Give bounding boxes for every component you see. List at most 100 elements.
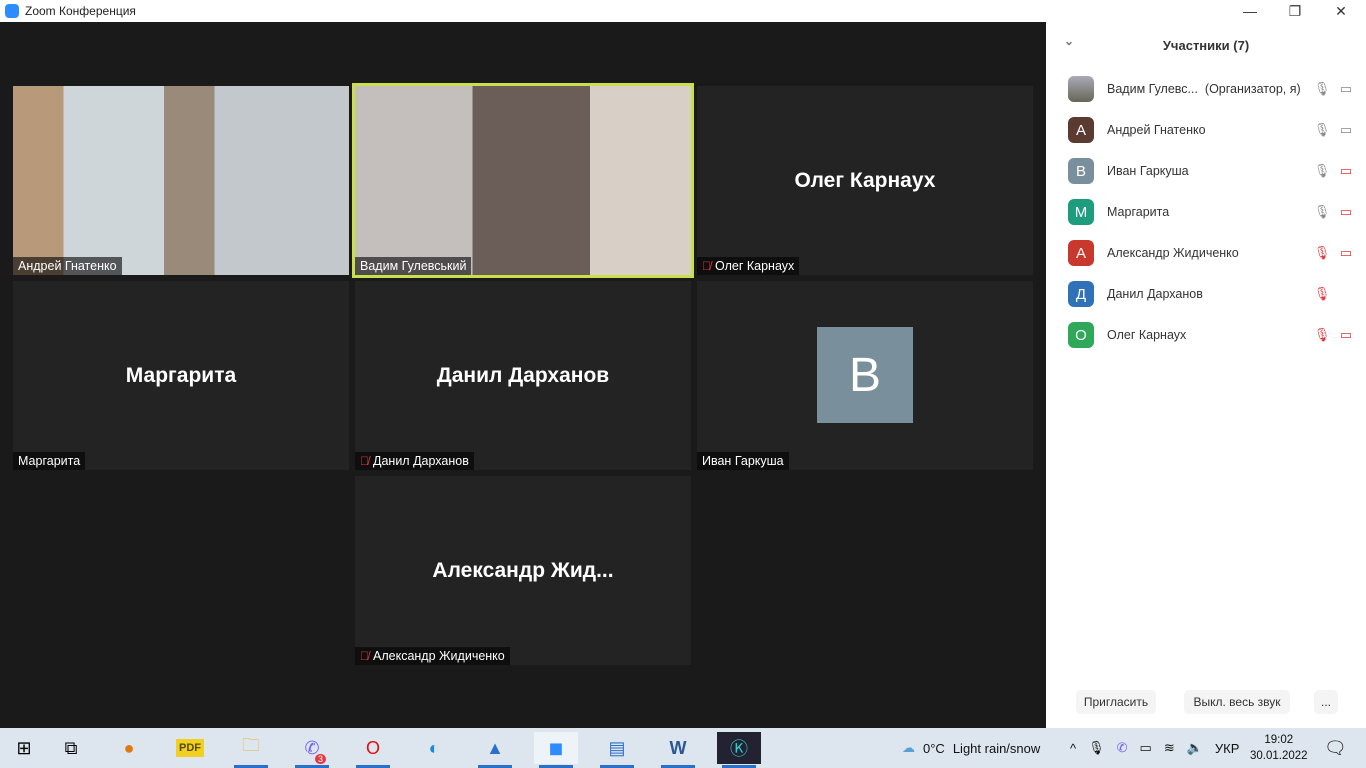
opera-icon[interactable]: O [351,732,395,768]
mic-muted-icon: 🎙̸ [360,649,369,663]
participant-row[interactable]: О Олег Карнаух 🎙 ▭ [1068,320,1358,350]
language-indicator[interactable]: УКР [1215,741,1240,756]
camera-icon[interactable]: ▭ [1334,122,1358,138]
video-tile[interactable]: Маргарита Маргарита [13,281,349,470]
participant-display-name: Данил Дарханов [436,363,610,387]
video-gallery: Андрей Гнатенко Вадим Гулевський Олег Ка… [0,22,1046,728]
viber-icon[interactable]: ✆ 3 [290,732,334,768]
weather-temp: 0°C [923,740,945,756]
edge-icon[interactable]: ◐ [412,732,456,764]
participant-name: Иван Гаркуша [702,454,784,468]
chevron-down-icon[interactable]: ⌄ [1064,34,1074,48]
participant-name: Вадим Гулевс... (Организатор, я) [1107,82,1301,96]
weather-text: Light rain/snow [952,740,1041,756]
participant-name: Александр Жидиченко [373,649,505,663]
mic-muted-icon[interactable]: 🎙 [1310,286,1334,302]
close-button[interactable]: ✕ [1318,0,1364,22]
participants-panel: ⌄ Участники (7) Вадим Гулевс... (Организа… [1046,22,1366,728]
microphone-icon[interactable]: 🎙 [1310,204,1334,220]
viber-tray-icon[interactable]: ✆ [1117,740,1128,756]
participant-row[interactable]: В Иван Гаркуша 🎙 ▭ [1068,156,1358,186]
mute-all-button[interactable]: Выкл. весь звук [1184,690,1290,714]
viber-badge: 3 [314,754,326,764]
participant-display-name: Маргарита [125,363,237,387]
photos-icon[interactable]: ▲ [473,732,517,768]
participant-name: Олег Карнаух [715,259,795,273]
participant-display-name: Александр Жид... [432,558,614,582]
weather-icon: ☁ [902,740,915,755]
panel-title: Участники (7) [1162,37,1250,53]
avatar: В [1068,158,1094,184]
minimize-button[interactable]: — [1227,0,1273,22]
video-tile-active-speaker[interactable]: Вадим Гулевський [352,83,694,278]
avatar: В [817,327,913,423]
mic-muted-icon: 🎙̸ [702,259,711,273]
invite-button[interactable]: Пригласить [1076,690,1156,714]
jetaudio-icon[interactable]: ● [107,732,151,764]
participant-row[interactable]: М Маргарита 🎙 ▭ [1068,197,1358,227]
camera-off-icon[interactable]: ▭ [1334,245,1358,261]
participant-name: Вадим Гулевський [360,259,467,273]
participant-name: Александр Жидиченко [1107,246,1239,260]
microphone-icon[interactable]: 🎙 [1088,740,1105,756]
microphone-icon[interactable]: 🎙 [1310,81,1334,97]
notifications-icon[interactable]: 🗨 [1324,728,1347,768]
participant-row[interactable]: А Александр Жидиченко 🎙 ▭ [1068,238,1358,268]
video-tile[interactable]: Данил Дарханов 🎙̸ Данил Дарханов [355,281,691,470]
pdf-reader-icon[interactable]: PDF [168,732,212,764]
participant-display-name: Олег Карнаух [794,168,936,192]
video-tile[interactable]: Андрей Гнатенко [13,86,349,275]
avatar [1068,76,1094,102]
camera-off-icon[interactable]: ▭ [1334,204,1358,220]
restore-button[interactable]: ❐ [1272,0,1318,22]
participant-name: Андрей Гнатенко [1107,123,1206,137]
participant-row[interactable]: Д Данил Дарханов 🎙 [1068,279,1358,309]
avatar: Д [1068,281,1094,307]
participant-name: Иван Гаркуша [1107,164,1189,178]
participant-name: Маргарита [1107,205,1170,219]
avatar: О [1068,322,1094,348]
more-button[interactable]: ... [1314,690,1338,714]
mic-muted-icon: 🎙̸ [360,454,369,468]
participant-name: Андрей Гнатенко [18,259,117,273]
video-tile[interactable]: Олег Карнаух 🎙̸ Олег Карнаух [697,86,1033,275]
date: 30.01.2022 [1250,750,1308,762]
taskbar: ⊞ ⧉ ● PDF 🗀 ✆ 3 O ◐ ▲ ◼ ▤ W Ⓚ ☁ 0°C Light… [0,728,1366,768]
task-view-icon[interactable]: ⧉ [49,732,93,764]
battery-icon[interactable]: ▭ [1140,740,1152,756]
camera-off-icon[interactable]: ▭ [1334,163,1358,179]
microphone-icon[interactable]: 🎙 [1310,122,1334,138]
chevron-up-icon[interactable]: ^ [1070,741,1076,756]
file-explorer-icon[interactable]: 🗀 [229,732,273,768]
mic-muted-icon[interactable]: 🎙 [1310,245,1334,261]
window-title: Zoom Конференция [25,4,136,18]
reader-app-icon[interactable]: ▤ [595,732,639,768]
participant-row[interactable]: Вадим Гулевс... (Организатор, я) 🎙 ▭ [1068,74,1358,104]
wifi-icon[interactable]: ≋ [1164,740,1175,756]
video-feed [13,86,349,275]
windows-start-icon[interactable]: ⊞ [2,732,46,764]
participant-name: Олег Карнаух [1107,328,1187,342]
participant-row[interactable]: А Андрей Гнатенко 🎙 ▭ [1068,115,1358,145]
k-app-icon[interactable]: Ⓚ [717,732,761,768]
avatar: А [1068,117,1094,143]
avatar: А [1068,240,1094,266]
weather-widget[interactable]: ☁ 0°C Light rain/snow [902,728,1040,768]
participant-name: Данил Дарханов [373,454,469,468]
video-tile[interactable]: Александр Жид... 🎙̸ Александр Жидиченко [355,476,691,665]
volume-icon[interactable]: 🔈 [1187,740,1203,756]
clock[interactable]: 19:02 30.01.2022 [1250,728,1308,768]
camera-off-icon[interactable]: ▭ [1334,327,1358,343]
participant-name: Данил Дарханов [1107,287,1203,301]
zoom-icon[interactable]: ◼ [534,732,578,768]
video-tile[interactable]: В Иван Гаркуша [697,281,1033,470]
participant-name: Маргарита [18,454,81,468]
title-bar: Zoom Конференция — ❐ ✕ [0,0,1366,22]
video-feed [355,86,691,275]
zoom-logo-icon [5,4,19,18]
microphone-icon[interactable]: 🎙 [1310,163,1334,179]
camera-icon[interactable]: ▭ [1334,81,1358,97]
time: 19:02 [1264,734,1294,746]
word-icon[interactable]: W [656,732,700,768]
mic-muted-icon[interactable]: 🎙 [1310,327,1334,343]
